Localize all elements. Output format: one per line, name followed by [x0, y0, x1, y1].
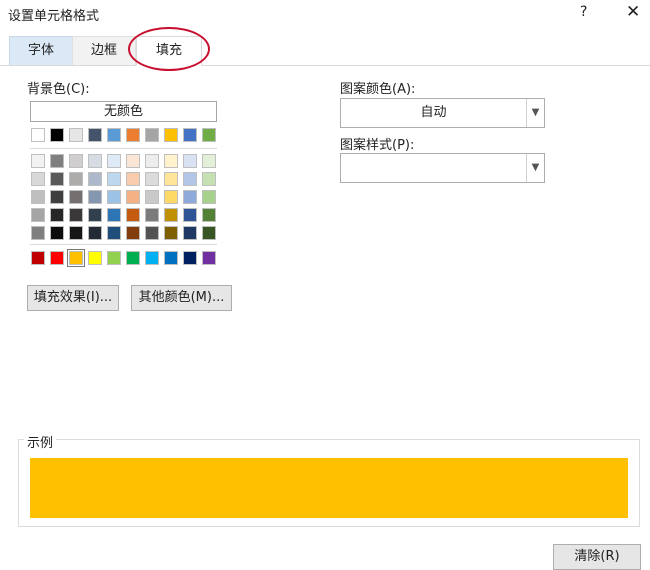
standard-swatch[interactable] — [145, 251, 159, 265]
tint-color-swatch[interactable] — [69, 154, 83, 168]
tint-color-swatch[interactable] — [107, 226, 121, 240]
tint-color-swatch[interactable] — [31, 226, 45, 240]
pattern-style-select[interactable]: ▼ — [340, 153, 545, 183]
tab-border[interactable]: 边框 — [72, 36, 136, 65]
tint-color-swatch[interactable] — [107, 208, 121, 222]
theme-color-swatch[interactable] — [107, 128, 121, 142]
tint-color-swatch[interactable] — [126, 208, 140, 222]
sample-preview — [30, 458, 628, 518]
tint-color-swatch[interactable] — [88, 226, 102, 240]
tint-color-swatch[interactable] — [69, 208, 83, 222]
theme-color-swatch[interactable] — [202, 128, 216, 142]
tint-color-swatch[interactable] — [50, 154, 64, 168]
standard-swatch[interactable] — [126, 251, 140, 265]
theme-color-swatch[interactable] — [88, 128, 102, 142]
tint-color-swatch[interactable] — [202, 172, 216, 186]
theme-color-swatch[interactable] — [126, 128, 140, 142]
tint-color-swatch[interactable] — [145, 190, 159, 204]
tint-color-swatch[interactable] — [126, 172, 140, 186]
theme-color-swatch[interactable] — [69, 128, 83, 142]
tab-strip: 字体 边框 填充 — [0, 36, 650, 66]
theme-color-swatch[interactable] — [50, 128, 64, 142]
theme-color-swatch[interactable] — [164, 128, 178, 142]
tint-color-swatch[interactable] — [164, 208, 178, 222]
tint-color-swatch[interactable] — [107, 190, 121, 204]
standard-swatch[interactable] — [88, 251, 102, 265]
tint-color-swatch[interactable] — [145, 208, 159, 222]
standard-swatch[interactable] — [202, 251, 216, 265]
tint-color-swatch[interactable] — [107, 154, 121, 168]
tint-color-swatch[interactable] — [202, 208, 216, 222]
standard-swatch[interactable] — [164, 251, 178, 265]
tint-color-swatch[interactable] — [88, 154, 102, 168]
tint-color-swatch[interactable] — [164, 172, 178, 186]
pattern-color-select[interactable]: 自动 ▼ — [340, 98, 545, 128]
palette-separator — [30, 148, 217, 149]
chevron-down-icon[interactable]: ▼ — [526, 154, 544, 182]
tint-color-swatch[interactable] — [202, 154, 216, 168]
tint-color-swatch[interactable] — [126, 190, 140, 204]
tab-font[interactable]: 字体 — [9, 36, 73, 65]
theme-color-swatch[interactable] — [31, 128, 45, 142]
tint-color-swatch[interactable] — [183, 208, 197, 222]
tint-color-swatch[interactable] — [69, 172, 83, 186]
theme-color-swatch[interactable] — [145, 128, 159, 142]
more-colors-button[interactable]: 其他颜色(M)... — [131, 285, 232, 311]
standard-swatch[interactable] — [183, 251, 197, 265]
no-color-button[interactable]: 无颜色 — [30, 101, 217, 122]
tint-color-swatch[interactable] — [50, 208, 64, 222]
standard-swatch[interactable] — [50, 251, 64, 265]
tint-color-swatch[interactable] — [88, 190, 102, 204]
tint-color-swatch[interactable] — [145, 226, 159, 240]
help-icon[interactable]: ? — [580, 4, 587, 20]
tint-color-swatch[interactable] — [183, 190, 197, 204]
chevron-down-icon[interactable]: ▼ — [526, 99, 544, 127]
tint-color-swatch[interactable] — [202, 190, 216, 204]
tint-color-swatch[interactable] — [31, 172, 45, 186]
tint-color-swatch[interactable] — [88, 172, 102, 186]
close-icon[interactable]: ✕ — [626, 2, 640, 22]
tint-color-swatch[interactable] — [183, 226, 197, 240]
tint-color-swatch[interactable] — [50, 172, 64, 186]
tint-color-swatch[interactable] — [164, 190, 178, 204]
tint-color-swatch[interactable] — [164, 226, 178, 240]
tint-color-swatch[interactable] — [164, 154, 178, 168]
sample-label: 示例 — [24, 432, 57, 451]
fill-effects-button[interactable]: 填充效果(I)... — [27, 285, 119, 311]
tint-color-swatch[interactable] — [50, 226, 64, 240]
standard-swatch[interactable] — [107, 251, 121, 265]
tint-color-swatch[interactable] — [31, 154, 45, 168]
standard-swatch[interactable] — [31, 251, 45, 265]
pattern-style-label: 图案样式(P): — [340, 138, 415, 153]
tint-color-swatch[interactable] — [107, 172, 121, 186]
tint-color-swatch[interactable] — [145, 172, 159, 186]
background-color-label: 背景色(C): — [27, 82, 90, 97]
highlight-circle — [128, 27, 210, 71]
title-bar: 设置单元格格式 ? ✕ — [0, 0, 650, 28]
tint-color-swatch[interactable] — [202, 226, 216, 240]
clear-button[interactable]: 清除(R) — [553, 544, 641, 570]
standard-swatch[interactable] — [67, 249, 85, 267]
tint-color-swatch[interactable] — [50, 190, 64, 204]
tint-color-swatch[interactable] — [88, 208, 102, 222]
tint-color-swatch[interactable] — [31, 208, 45, 222]
tint-color-swatch[interactable] — [69, 226, 83, 240]
tint-color-swatch[interactable] — [126, 226, 140, 240]
tint-color-swatch[interactable] — [69, 190, 83, 204]
dialog-title: 设置单元格格式 — [8, 9, 100, 24]
pattern-color-label: 图案颜色(A): — [340, 82, 416, 97]
tint-color-swatch[interactable] — [183, 154, 197, 168]
tint-color-swatch[interactable] — [126, 154, 140, 168]
palette-separator — [30, 244, 217, 245]
theme-color-swatch[interactable] — [183, 128, 197, 142]
tint-color-swatch[interactable] — [145, 154, 159, 168]
pattern-color-value: 自动 — [420, 105, 447, 120]
tint-color-swatch[interactable] — [31, 190, 45, 204]
tint-color-swatch[interactable] — [183, 172, 197, 186]
